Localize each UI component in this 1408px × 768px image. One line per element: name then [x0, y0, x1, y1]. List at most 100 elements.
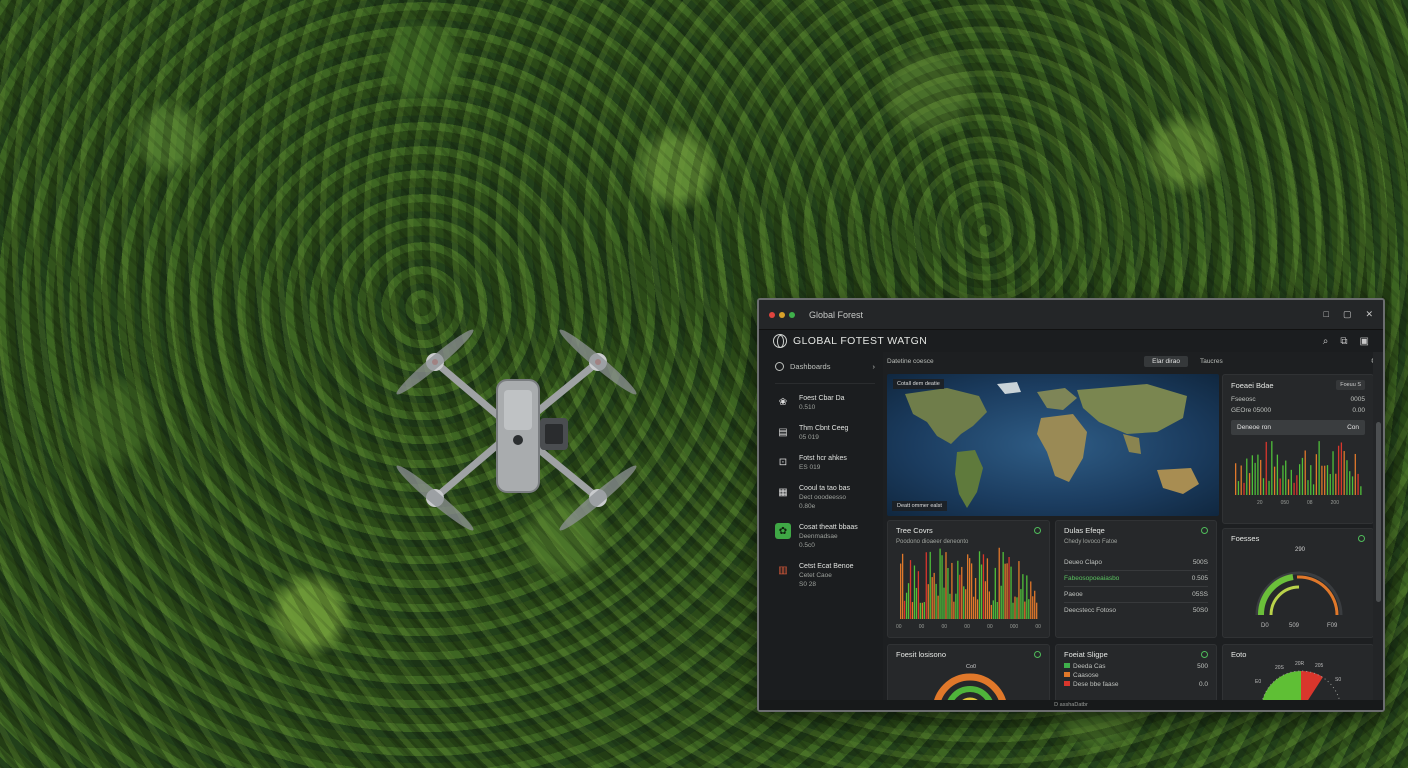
search-icon[interactable]: ⌕: [1323, 336, 1329, 347]
sidebar-header[interactable]: Dashboards ›: [775, 356, 875, 384]
chart-icon: ▤: [778, 426, 788, 438]
close-icon[interactable]: ✕: [1365, 309, 1373, 320]
report-icon: ▥: [778, 564, 788, 576]
spike-bar: [929, 551, 931, 619]
gauge-chart: 290 D0 509 F09: [1255, 547, 1343, 629]
spike-bar: [951, 562, 953, 619]
spike-bar: [1346, 460, 1348, 495]
sidebar-item-fire-alerts[interactable]: ⊡ Fotst hcr ahkes ES 019: [775, 454, 875, 472]
spike-bar: [905, 592, 908, 619]
spike-bar: [1020, 589, 1022, 619]
sidebar-item-label: Cosat theatt bbaas: [799, 524, 858, 531]
spike-bar: [1235, 463, 1237, 495]
spike-bar: [1301, 457, 1304, 495]
spike-bar: [943, 587, 945, 619]
spike-bar: [1326, 465, 1329, 495]
spike-bar: [1012, 602, 1014, 619]
panel-title: Foeaei Bdae: [1231, 380, 1274, 390]
spike-bar: [935, 583, 937, 619]
sidebar-item-forest-cover[interactable]: ❀ Foest Cbar Da 0.510: [775, 394, 875, 412]
spike-bar: [1337, 445, 1340, 495]
panel-pill[interactable]: Foeuu S: [1336, 380, 1365, 390]
spike-bar: [1268, 480, 1270, 495]
spike-bar: [1034, 590, 1036, 619]
spike-bar: [931, 577, 933, 619]
spike-bar: [1282, 465, 1284, 495]
spike-bar: [925, 552, 927, 619]
spike-bar: [1030, 581, 1032, 619]
spike-bar: [1254, 462, 1256, 495]
tree-cover-panel: Tree Covrs Poodono dioaeer deneonto 00 0…: [887, 520, 1050, 638]
tree-cover-bar-chart: [900, 547, 1038, 619]
panel-subtitle: Poodono dioaeer deneonto: [896, 539, 969, 545]
maximize-dot[interactable]: [789, 311, 795, 318]
spike-bar: [970, 563, 973, 619]
sidebar-item-tree-cover[interactable]: ▤ Thm Cbnt Ceeg 05 019: [775, 424, 875, 442]
sidebar-item-loss[interactable]: ▥ Cetst Ecat Benoe Cetet Caoe S0 28: [775, 562, 875, 589]
spike-bar: [903, 600, 906, 619]
spike-bar: [1343, 451, 1345, 495]
gauge-tick: D0: [1261, 623, 1269, 629]
tab-elevation[interactable]: Elar dirao: [1144, 355, 1188, 367]
spike-bar: [1329, 474, 1331, 495]
legend-swatch: [1064, 663, 1070, 668]
sidebar: Dashboards › ❀ Foest Cbar Da 0.510 ▤ Thm…: [759, 352, 883, 710]
spike-bar: [1024, 601, 1026, 619]
spike-bar: [1243, 482, 1245, 495]
app-header: GLOBAL FOTEST WATGN ⌕ ⧉ ▣: [759, 330, 1383, 352]
spike-bar: [1002, 552, 1004, 619]
spike-bar: [919, 602, 922, 619]
legend-row: Dese bbe faase 0.0: [1064, 680, 1208, 689]
share-icon[interactable]: ⧉: [1340, 336, 1347, 347]
sidebar-item-carbon[interactable]: ▦ Cooul ta tao bas Dect ooodeesso 0.80e: [775, 484, 875, 511]
status-indicator-icon: [1358, 535, 1365, 542]
download-button[interactable]: Deneoe ron Con: [1231, 420, 1365, 435]
spike-bar: [913, 565, 916, 619]
spike-bar: [1237, 481, 1240, 495]
row-key: Fseeosc: [1231, 396, 1256, 403]
status-indicator-icon: [1201, 527, 1208, 534]
save-icon[interactable]: ▣: [1360, 336, 1369, 347]
donut-label: Co0: [966, 664, 976, 670]
spike-bar: [1008, 557, 1010, 619]
minimize-dot[interactable]: [779, 311, 785, 318]
spike-bar: [921, 602, 923, 619]
spike-bar: [988, 591, 991, 619]
close-dot[interactable]: [769, 311, 775, 318]
sidebar-item-sub: Dect ooodeesso: [799, 494, 846, 501]
scroll-track[interactable]: [1373, 352, 1383, 710]
maximize-icon[interactable]: ▢: [1343, 309, 1352, 320]
drone-image: [380, 310, 650, 550]
spike-bar: [976, 599, 979, 619]
spike-bar: [967, 554, 969, 619]
stat-row: Deueo Clapo 500S: [1064, 555, 1208, 571]
gauge-tick: 20R: [1295, 661, 1305, 667]
spike-bar: [1324, 465, 1326, 495]
sidebar-item-value: ES 019: [799, 464, 821, 471]
spike-bar: [974, 578, 977, 619]
restore-icon[interactable]: □: [1324, 309, 1329, 320]
sidebar-item-label: Cetst Ecat Benoe: [799, 563, 854, 570]
spike-bar: [986, 558, 989, 619]
spike-bar: [901, 553, 904, 619]
sidebar-item-value: S0 28: [799, 581, 816, 588]
spike-bar: [992, 600, 994, 619]
axis-tick: 00: [987, 624, 993, 630]
scrollbar-thumb[interactable]: [1376, 422, 1381, 602]
gauge-tick: 205: [1315, 663, 1324, 669]
spike-bar: [923, 602, 925, 619]
app-title: GLOBAL FOTEST WATGN: [793, 335, 928, 347]
tab-textures[interactable]: Taucres: [1192, 356, 1231, 367]
world-map[interactable]: Cotall dem deatie Deatt ommer ealst: [887, 374, 1219, 516]
spike-bar: [900, 563, 902, 619]
sidebar-item-label: Foest Cbar Da: [799, 395, 845, 402]
sidebar-item-value: 0.510: [799, 404, 816, 411]
spike-bar: [915, 587, 918, 619]
legend-swatch: [1064, 681, 1070, 686]
sidebar-item-coastal[interactable]: ✿ Cosat theatt bbaas Deenmadsae 0.5c0: [775, 523, 875, 550]
axis-tick: 00: [896, 624, 902, 630]
status-indicator-icon: [1201, 651, 1208, 658]
spike-bar: [1260, 459, 1262, 495]
sidebar-item-label: Thm Cbnt Ceeg: [799, 425, 849, 432]
tree-icon: ❀: [778, 396, 788, 408]
